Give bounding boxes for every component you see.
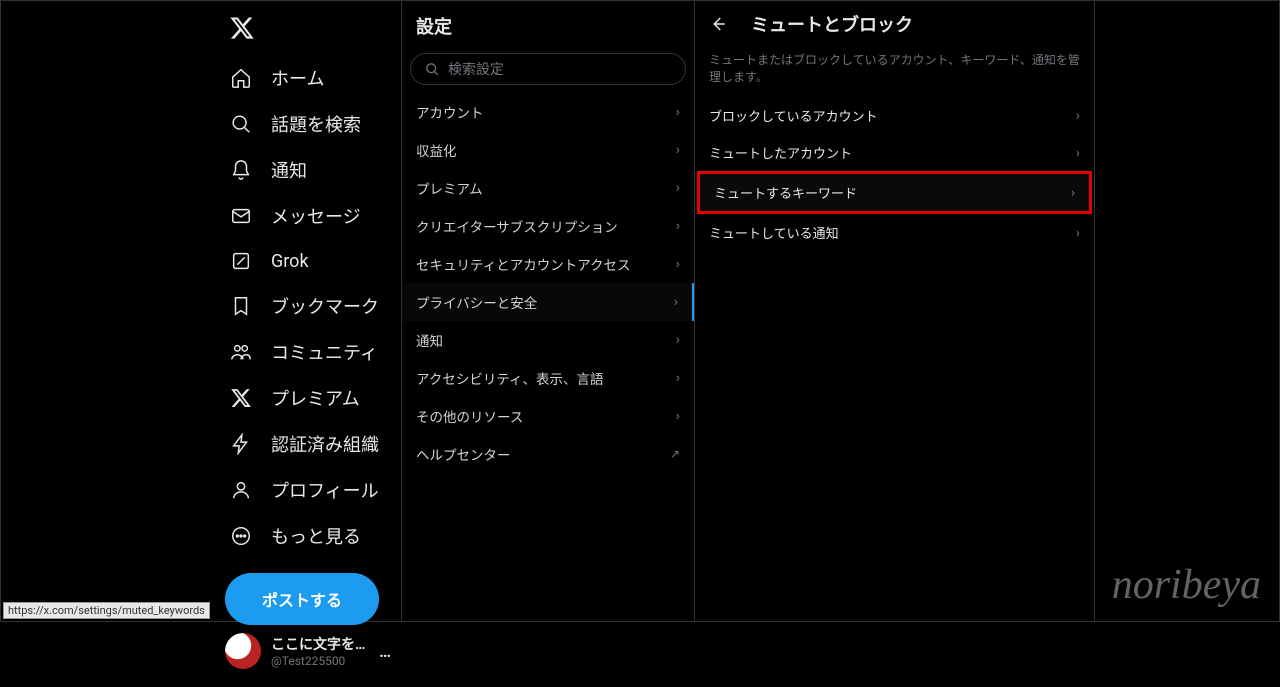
mail-icon xyxy=(229,204,253,228)
settings-search[interactable] xyxy=(410,53,686,85)
sidebar-item-label: コミュニティ xyxy=(271,339,378,365)
x-icon xyxy=(229,386,253,410)
bookmark-icon xyxy=(229,294,253,318)
sidebar-item-grok[interactable]: Grok xyxy=(219,239,401,283)
home-icon xyxy=(229,66,253,90)
settings-title: 設定 xyxy=(402,1,694,49)
sidebar-item-label: 通知 xyxy=(271,157,307,183)
highlight-box: ミュートするキーワード› xyxy=(697,171,1092,214)
sidebar-item-label: もっと見る xyxy=(271,523,361,549)
chevron-right-icon: › xyxy=(676,142,680,158)
settings-item-accessibility[interactable]: アクセシビリティ、表示、言語› xyxy=(402,359,694,397)
profile-icon xyxy=(229,478,253,502)
chevron-right-icon: › xyxy=(1076,108,1080,124)
sidebar-item-explore[interactable]: 話題を検索 xyxy=(219,101,401,147)
sidebar-item-messages[interactable]: メッセージ xyxy=(219,193,401,239)
settings-item-creator-subs[interactable]: クリエイターサブスクリプション› xyxy=(402,207,694,245)
bell-icon xyxy=(229,158,253,182)
settings-item-resources[interactable]: その他のリソース› xyxy=(402,397,694,435)
sidebar-item-bookmarks[interactable]: ブックマーク xyxy=(219,283,401,329)
chevron-right-icon: › xyxy=(676,180,680,196)
chevron-right-icon: › xyxy=(1076,225,1080,241)
chevron-right-icon: › xyxy=(676,256,680,272)
sidebar-item-label: メッセージ xyxy=(271,203,361,229)
account-more-icon: … xyxy=(375,642,395,661)
avatar xyxy=(225,633,261,669)
sidebar-item-notifications[interactable]: 通知 xyxy=(219,147,401,193)
detail-item-muted-accounts[interactable]: ミュートしたアカウント› xyxy=(695,134,1094,171)
detail-description: ミュートまたはブロックしているアカウント、キーワード、通知を管理します。 xyxy=(695,45,1094,97)
chevron-right-icon: › xyxy=(1076,145,1080,161)
sidebar-item-more[interactable]: もっと見る xyxy=(219,513,401,559)
chevron-right-icon: › xyxy=(676,370,680,386)
primary-sidebar: ホーム 話題を検索 通知 メッセージ Grok ブックマーク コミュニティ プ xyxy=(1,1,401,621)
chevron-right-icon: › xyxy=(676,104,680,120)
sidebar-item-label: ブックマーク xyxy=(271,293,379,319)
post-button[interactable]: ポストする xyxy=(225,573,379,625)
settings-item-notifications[interactable]: 通知› xyxy=(402,321,694,359)
settings-item-privacy[interactable]: プライバシーと安全› xyxy=(402,283,694,321)
settings-item-security[interactable]: セキュリティとアカウントアクセス› xyxy=(402,245,694,283)
sidebar-item-premium[interactable]: プレミアム xyxy=(219,375,401,421)
sidebar-item-label: Grok xyxy=(271,251,309,272)
sidebar-item-label: プレミアム xyxy=(271,385,360,411)
account-name: ここに文字を入力しま xyxy=(271,634,375,654)
chevron-right-icon: › xyxy=(676,332,680,348)
sidebar-item-label: 話題を検索 xyxy=(271,111,361,137)
grok-icon xyxy=(229,249,253,273)
settings-item-help[interactable]: ヘルプセンター↗ xyxy=(402,435,694,473)
account-switcher[interactable]: ここに文字を入力しま @Test225500 … xyxy=(219,625,401,687)
search-icon xyxy=(229,112,253,136)
external-link-icon: ↗ xyxy=(670,447,680,461)
settings-column: 設定 アカウント› 収益化› プレミアム› クリエイターサブスクリプション› セ… xyxy=(401,1,695,621)
sidebar-item-verified-orgs[interactable]: 認証済み組織 xyxy=(219,421,401,467)
chevron-right-icon: › xyxy=(676,218,680,234)
sidebar-item-profile[interactable]: プロフィール xyxy=(219,467,401,513)
detail-title: ミュートとブロック xyxy=(751,11,913,37)
detail-item-blocked-accounts[interactable]: ブロックしているアカウント› xyxy=(695,97,1094,134)
more-icon xyxy=(229,524,253,548)
chevron-right-icon: › xyxy=(1071,185,1075,201)
sidebar-item-home[interactable]: ホーム xyxy=(219,55,401,101)
sidebar-item-communities[interactable]: コミュニティ xyxy=(219,329,401,375)
sidebar-item-label: 認証済み組織 xyxy=(271,431,379,457)
settings-item-monetization[interactable]: 収益化› xyxy=(402,131,694,169)
lightning-icon xyxy=(229,432,253,456)
x-logo[interactable] xyxy=(219,9,401,51)
settings-item-premium[interactable]: プレミアム› xyxy=(402,169,694,207)
chevron-right-icon: › xyxy=(676,408,680,424)
search-icon xyxy=(425,62,440,77)
detail-column: ミュートとブロック ミュートまたはブロックしているアカウント、キーワード、通知を… xyxy=(695,1,1095,621)
detail-item-muted-keywords[interactable]: ミュートするキーワード› xyxy=(700,174,1089,211)
sidebar-item-label: プロフィール xyxy=(271,477,379,503)
detail-item-muted-notifications[interactable]: ミュートしている通知› xyxy=(695,214,1094,251)
back-button[interactable] xyxy=(709,15,727,33)
chevron-right-icon: › xyxy=(674,294,678,310)
status-bar-url: https://x.com/settings/muted_keywords xyxy=(3,602,210,619)
account-handle: @Test225500 xyxy=(271,654,375,668)
sidebar-item-label: ホーム xyxy=(271,65,324,91)
settings-item-account[interactable]: アカウント› xyxy=(402,93,694,131)
search-input[interactable] xyxy=(448,61,671,77)
communities-icon xyxy=(229,340,253,364)
